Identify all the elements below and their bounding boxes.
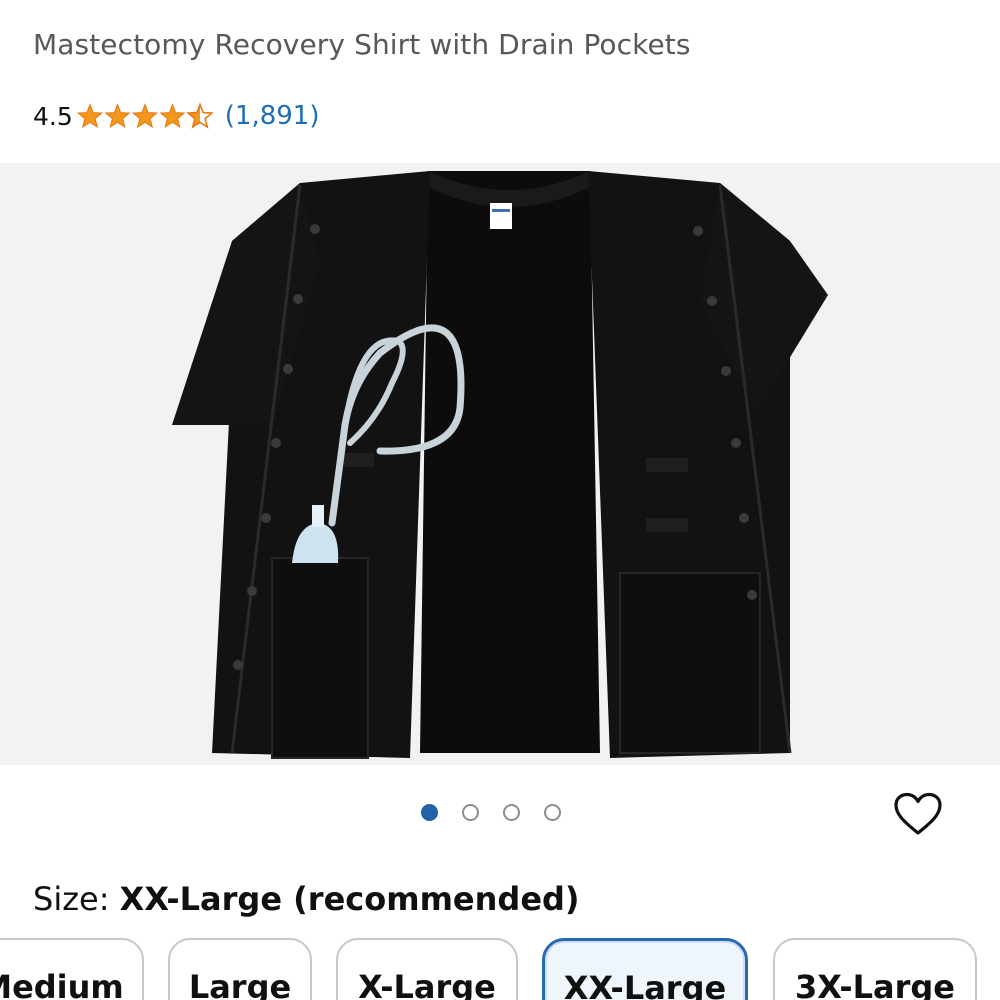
size-option-medium[interactable]: Medium: [0, 938, 144, 1000]
size-label: Size:: [33, 880, 110, 918]
size-option-xx-large[interactable]: XX-Large: [542, 938, 748, 1000]
size-option-label: Large: [188, 968, 292, 1000]
rating-value: 4.5: [33, 101, 73, 131]
rating-row[interactable]: 4.5 (1,891): [33, 96, 320, 136]
size-option-large[interactable]: Large: [168, 938, 312, 1000]
size-option-label: 3X-Large: [795, 968, 955, 1000]
star-rating: [77, 102, 215, 130]
product-image[interactable]: [0, 163, 1000, 765]
size-option-label: Medium: [0, 968, 124, 1000]
product-title: Mastectomy Recovery Shirt with Drain Poc…: [33, 28, 691, 61]
size-option-label: XX-Large: [563, 969, 727, 1000]
size-option-label: X-Large: [358, 968, 496, 1000]
selected-size: XX-Large (recommended): [119, 880, 580, 918]
size-option-x-large[interactable]: X-Large: [336, 938, 518, 1000]
heart-outline-icon: [894, 792, 942, 835]
size-option-3x-large[interactable]: 3X-Large: [773, 938, 977, 1000]
carousel-dots[interactable]: [421, 801, 561, 823]
carousel-dot-1[interactable]: [421, 803, 438, 821]
wishlist-button[interactable]: [892, 790, 944, 838]
shirt-image: [172, 171, 828, 759]
carousel-dot-4[interactable]: [544, 803, 561, 821]
review-count-link[interactable]: (1,891): [225, 101, 320, 131]
size-heading: Size: XX-Large (recommended): [33, 880, 580, 918]
carousel-dot-3[interactable]: [503, 803, 520, 821]
star-rating-icon: [77, 103, 213, 128]
size-options: Medium Large X-Large XX-Large 3X-Large: [0, 938, 1000, 1000]
carousel-dot-2[interactable]: [462, 803, 479, 821]
